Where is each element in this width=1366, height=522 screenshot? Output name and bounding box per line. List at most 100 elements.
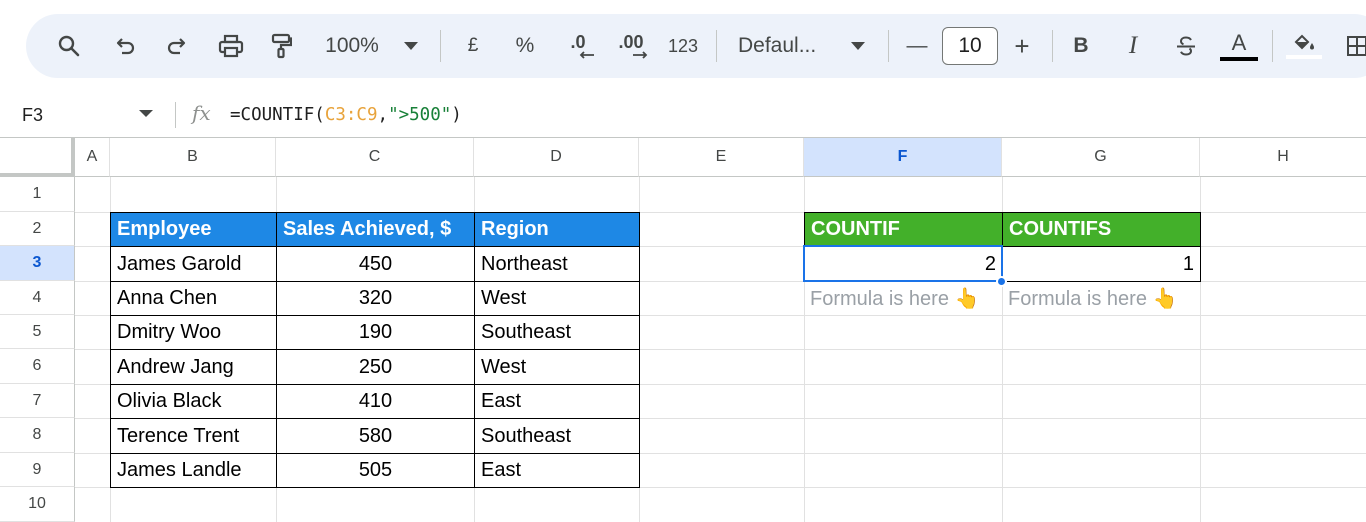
table-cell[interactable]: James Landle [110, 453, 277, 488]
fill-color-button[interactable] [1284, 14, 1324, 78]
table-cell[interactable]: Olivia Black [110, 384, 277, 419]
table-header-sales[interactable]: Sales Achieved, $ [276, 212, 475, 247]
toolbar-divider [888, 30, 889, 62]
text-color-button[interactable]: A [1220, 14, 1258, 78]
column-header-h[interactable]: H [1200, 138, 1366, 177]
countifs-note[interactable]: Formula is here 👆 [1002, 281, 1200, 315]
redo-icon [167, 38, 186, 55]
arrow-left-icon [579, 51, 594, 59]
table-cell[interactable]: 450 [276, 246, 475, 282]
strikethrough-button[interactable] [1170, 14, 1202, 78]
more-formats-button[interactable]: 123 [662, 14, 704, 78]
undo-icon [116, 38, 135, 55]
table-cell[interactable]: Northeast [474, 246, 640, 282]
column-header-a[interactable]: A [75, 138, 110, 177]
italic-button[interactable]: I [1118, 14, 1148, 78]
borders-button[interactable] [1342, 14, 1366, 78]
select-all-corner[interactable] [0, 138, 75, 177]
currency-button[interactable]: £ [458, 14, 488, 78]
row-header-2[interactable]: 2 [0, 212, 75, 246]
zoom-dropdown[interactable] [398, 14, 424, 78]
active-cell-selection[interactable] [803, 245, 1003, 282]
font-family-select[interactable]: Defaul... [738, 14, 834, 78]
countif-note[interactable]: Formula is here 👆 [804, 281, 1002, 315]
font-size-input[interactable]: 10 [942, 27, 998, 65]
name-box[interactable]: F3 [22, 92, 43, 138]
print-button[interactable] [208, 14, 254, 78]
formula-suffix: ) [451, 105, 462, 125]
table-cell[interactable]: James Garold [110, 246, 277, 282]
table-cell[interactable]: Terence Trent [110, 418, 277, 454]
increase-decimal-label: .00 [618, 32, 644, 52]
borders-icon [1347, 36, 1366, 56]
countif-header[interactable]: COUNTIF [804, 212, 1003, 247]
fill-handle[interactable] [996, 276, 1007, 287]
table-cell[interactable]: East [474, 453, 640, 488]
font-size-decrease-button[interactable]: — [902, 14, 932, 78]
column-header-d[interactable]: D [474, 138, 639, 177]
zoom-select[interactable]: 100% [316, 14, 388, 78]
countifs-header[interactable]: COUNTIFS [1002, 212, 1201, 247]
font-size-increase-button[interactable]: + [1006, 14, 1038, 78]
row-header-10[interactable]: 10 [0, 487, 75, 522]
table-cell[interactable]: 250 [276, 349, 475, 385]
formula-prefix: =COUNTIF( [230, 105, 325, 125]
table-cell[interactable]: Dmitry Woo [110, 315, 277, 350]
print-icon [218, 34, 244, 58]
table-cell[interactable]: 410 [276, 384, 475, 419]
row-header-9[interactable]: 9 [0, 453, 75, 487]
table-cell[interactable]: Southeast [474, 418, 640, 454]
text-color-icon: A [1231, 29, 1247, 55]
toolbar-divider [716, 30, 717, 62]
decrease-decimal-button[interactable]: .0 [556, 14, 600, 78]
search-button[interactable] [46, 14, 92, 78]
increase-decimal-button[interactable]: .00 [608, 14, 654, 78]
zoom-value: 100% [325, 34, 379, 57]
percent-icon: % [515, 34, 535, 57]
table-cell[interactable]: 580 [276, 418, 475, 454]
fill-color-swatch [1286, 55, 1322, 59]
row-header-4[interactable]: 4 [0, 281, 75, 315]
fill-color-icon [1294, 34, 1314, 50]
table-cell[interactable]: Andrew Jang [110, 349, 277, 385]
table-cell[interactable]: 505 [276, 453, 475, 488]
table-header-region[interactable]: Region [474, 212, 640, 247]
table-cell[interactable]: 320 [276, 281, 475, 316]
column-header-c[interactable]: C [276, 138, 474, 177]
column-header-f[interactable]: F [804, 138, 1002, 177]
toolbar-area: 100% £ % .0 .00 123 Defaul... — 10 + B I… [0, 0, 1366, 92]
row-header-6[interactable]: 6 [0, 349, 75, 384]
table-cell[interactable]: West [474, 349, 640, 385]
percent-button[interactable]: % [510, 14, 540, 78]
undo-button[interactable] [102, 14, 148, 78]
name-box-dropdown-icon[interactable] [139, 110, 153, 117]
row-header-1[interactable]: 1 [0, 177, 75, 212]
table-cell[interactable]: East [474, 384, 640, 419]
row-header-3[interactable]: 3 [0, 246, 75, 281]
font-family-dropdown[interactable] [844, 14, 872, 78]
row-header-5[interactable]: 5 [0, 315, 75, 349]
table-cell[interactable]: Anna Chen [110, 281, 277, 316]
format-number-label: 123 [667, 35, 699, 56]
bold-icon: B [1073, 34, 1089, 57]
table-cell[interactable]: West [474, 281, 640, 316]
formula-bar: F3 fx =COUNTIF(C3:C9,">500") [0, 92, 1366, 138]
column-header-b[interactable]: B [110, 138, 276, 177]
column-header-e[interactable]: E [639, 138, 804, 177]
text-color-swatch [1220, 56, 1258, 61]
table-header-employee[interactable]: Employee [110, 212, 277, 247]
table-cell[interactable]: Southeast [474, 315, 640, 350]
redo-button[interactable] [154, 14, 200, 78]
row-header-8[interactable]: 8 [0, 418, 75, 453]
row-header-7[interactable]: 7 [0, 384, 75, 418]
formula-input[interactable]: =COUNTIF(C3:C9,">500") [230, 92, 462, 138]
column-header-g[interactable]: G [1002, 138, 1200, 177]
currency-icon: £ [467, 35, 479, 56]
bold-button[interactable]: B [1066, 14, 1096, 78]
table-cell[interactable]: 190 [276, 315, 475, 350]
strikethrough-icon [1177, 36, 1195, 56]
font-family-value: Defaul... [738, 34, 817, 57]
paint-format-button[interactable] [258, 14, 304, 78]
countifs-result[interactable]: 1 [1002, 246, 1201, 282]
toolbar-divider [1272, 30, 1273, 62]
